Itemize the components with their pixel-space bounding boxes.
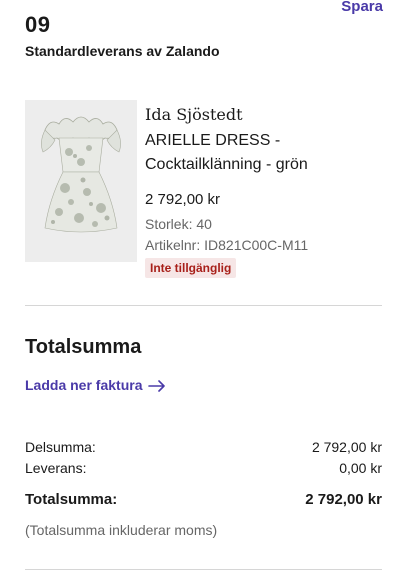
total-row: Totalsumma: 2 792,00 kr (25, 491, 382, 508)
product-size: Storlek: 40 (145, 216, 212, 232)
arrow-right-icon (148, 379, 166, 392)
total-value: 2 792,00 kr (305, 491, 382, 508)
product-brand: Ida Sjöstedt (145, 105, 243, 124)
product-article-number: Artikelnr: ID821C00C-M11 (145, 237, 309, 253)
subtotal-row: Delsumma: 2 792,00 kr (25, 439, 382, 455)
total-label: Totalsumma: (25, 491, 118, 508)
product-price: 2 792,00 kr (145, 191, 221, 208)
product-name[interactable]: ARIELLE DRESS - Cocktailklänning - grön (145, 129, 381, 177)
product-item[interactable]: Ida Sjöstedt ARIELLE DRESS - Cocktailklä… (25, 100, 383, 278)
order-number: 09 (25, 12, 51, 37)
delivery-type: Standardleverans av Zalando (25, 43, 220, 59)
vat-note: (Totalsumma inkluderar moms) (25, 522, 218, 538)
save-link[interactable]: Spara (341, 0, 383, 15)
divider (25, 305, 382, 306)
shipping-row: Leverans: 0,00 kr (25, 460, 382, 476)
dress-image[interactable] (25, 100, 137, 262)
download-invoice-link[interactable]: Ladda ner faktura (25, 377, 166, 393)
shipping-label: Leverans: (25, 460, 87, 476)
status-badge: Inte tillgänglig (145, 258, 237, 278)
divider (25, 569, 382, 570)
download-invoice-label: Ladda ner faktura (25, 377, 143, 393)
subtotal-value: 2 792,00 kr (311, 439, 382, 455)
subtotal-label: Delsumma: (25, 439, 96, 455)
order-detail-page: Spara 09 Standardleverans av Zalando Ida… (0, 0, 407, 575)
shipping-value: 0,00 kr (339, 460, 382, 476)
total-heading: Totalsumma (25, 336, 142, 358)
